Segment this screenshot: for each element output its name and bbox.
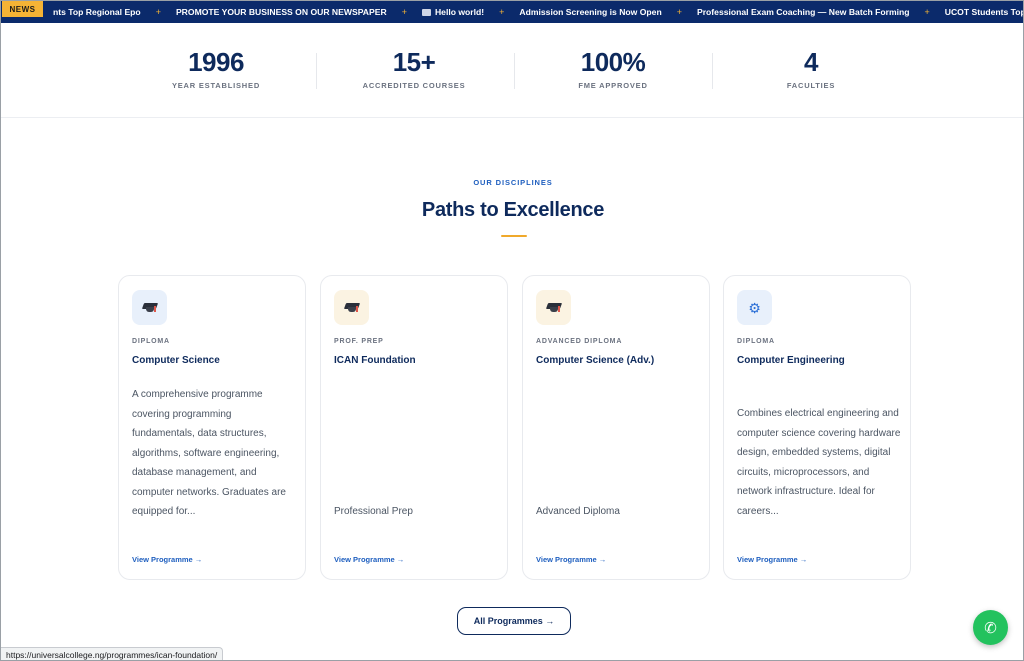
card-icon-tile [334, 290, 369, 325]
card-description: Professional Prep [334, 506, 413, 517]
card-description: Combines electrical engineering and comp… [737, 408, 901, 517]
ticker-item[interactable]: UCOT Students Top Regional Epo [945, 7, 1023, 17]
graduation-cap-icon [343, 302, 360, 314]
view-programme-link[interactable]: View Programme → [536, 555, 606, 564]
graduation-cap-icon [141, 302, 158, 314]
card-type: PROF. PREP [334, 338, 384, 345]
gear-icon: ⚙ [748, 299, 761, 316]
title-underline [501, 235, 527, 237]
graduation-cap-icon [545, 302, 562, 314]
news-badge: NEWS [2, 1, 43, 17]
ticker-item-label: Hello world! [434, 7, 485, 17]
card-icon-tile [536, 290, 571, 325]
view-programme-link[interactable]: View Programme → [334, 555, 404, 564]
view-programme-link[interactable]: View Programme → [132, 555, 202, 564]
card-icon-tile: ⚙ [737, 290, 772, 325]
programme-card-computer-science-adv[interactable]: ADVANCED DIPLOMA Computer Science (Adv.)… [522, 275, 710, 580]
programme-card-ican-foundation[interactable]: PROF. PREP ICAN Foundation Professional … [320, 275, 508, 580]
stat-faculties: 4 FACULTIES [711, 47, 911, 90]
stat-accredited-courses: 15+ ACCREDITED COURSES [314, 47, 514, 90]
card-icon-tile [132, 290, 167, 325]
ticker-item[interactable]: PROMOTE YOUR BUSINESS ON OUR NEWSPAPER [176, 7, 387, 17]
stats-bar: 1996 YEAR ESTABLISHED 15+ ACCREDITED COU… [1, 23, 1023, 118]
card-title[interactable]: Computer Science [132, 355, 220, 366]
ticker-item[interactable]: Professional Exam Coaching — New Batch F… [697, 7, 910, 17]
ticker-separator: + [676, 7, 682, 17]
stat-value: 4 [804, 47, 818, 77]
ticker-item[interactable]: Admission Screening is Now Open [519, 7, 661, 17]
ticker-separator: + [924, 7, 930, 17]
all-programmes-button[interactable]: All Programmes → [457, 607, 571, 635]
phone-icon: ✆ [984, 619, 997, 637]
programme-card-computer-engineering[interactable]: ⚙ DIPLOMA Computer Engineering Combines … [723, 275, 911, 580]
card-type: ADVANCED DIPLOMA [536, 338, 623, 345]
browser-viewport: nts Top Regional Epo + PROMOTE YOUR BUSI… [0, 0, 1024, 661]
card-type: DIPLOMA [132, 338, 170, 345]
stat-value: 15+ [392, 47, 436, 77]
card-title[interactable]: Computer Science (Adv.) [536, 355, 654, 366]
stat-value: 100% [580, 47, 646, 77]
section-title: Paths to Excellence [421, 199, 605, 221]
status-bar-url: https://universalcollege.ng/programmes/i… [1, 647, 224, 660]
ticker-item[interactable]: Hello world! [421, 7, 485, 17]
programme-card-computer-science[interactable]: DIPLOMA Computer Science A comprehensive… [118, 275, 306, 580]
card-description: Advanced Diploma [536, 506, 620, 517]
phone-call-button[interactable]: ✆ [973, 610, 1008, 645]
newspaper-icon [421, 8, 431, 16]
ticker-item[interactable]: nts Top Regional Epo [53, 7, 141, 17]
stat-label: YEAR ESTABLISHED [171, 81, 261, 90]
ticker-track: nts Top Regional Epo + PROMOTE YOUR BUSI… [53, 1, 1023, 23]
ticker-separator: + [401, 7, 407, 17]
card-title[interactable]: Computer Engineering [737, 355, 845, 366]
ticker-separator: + [155, 7, 161, 17]
stat-fme-approved: 100% FME APPROVED [513, 47, 713, 90]
stat-value: 1996 [188, 47, 244, 77]
section-eyebrow: OUR DISCIPLINES [473, 178, 553, 187]
ticker-separator: + [499, 7, 505, 17]
stat-label: FME APPROVED [578, 81, 648, 90]
stat-label: FACULTIES [786, 81, 836, 90]
card-type: DIPLOMA [737, 338, 775, 345]
stat-year-established: 1996 YEAR ESTABLISHED [116, 47, 316, 90]
news-ticker: nts Top Regional Epo + PROMOTE YOUR BUSI… [1, 1, 1023, 23]
stat-label: ACCREDITED COURSES [362, 81, 466, 90]
card-description: A comprehensive programme covering progr… [132, 389, 286, 517]
card-title[interactable]: ICAN Foundation [334, 355, 416, 366]
view-programme-link[interactable]: View Programme → [737, 555, 807, 564]
